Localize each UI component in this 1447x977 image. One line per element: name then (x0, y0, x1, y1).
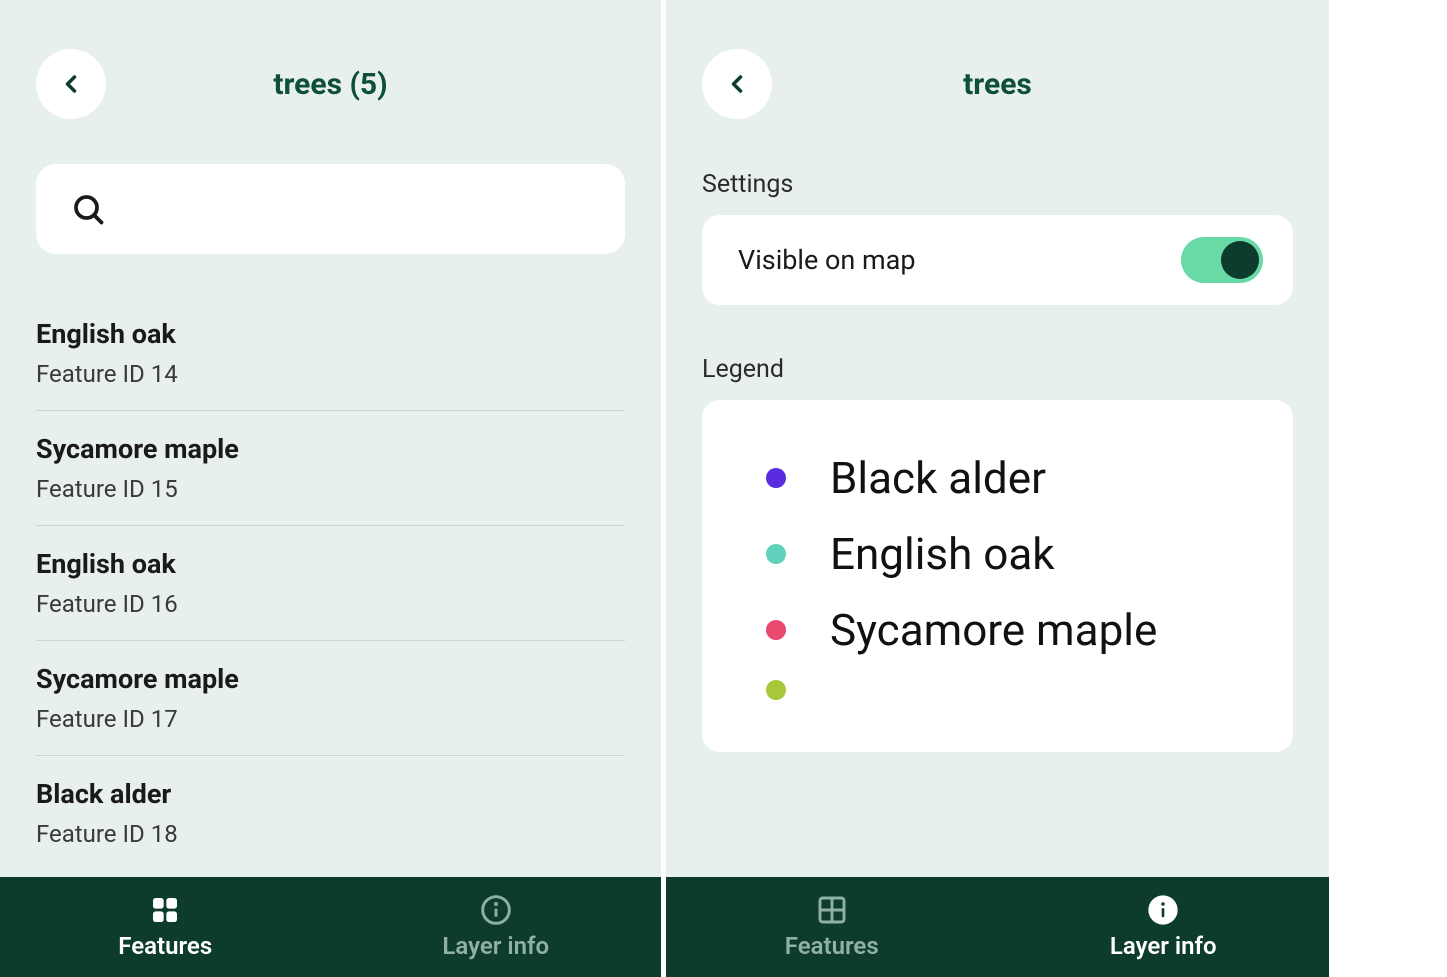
nav-label: Layer info (442, 932, 549, 960)
nav-features[interactable]: Features (0, 877, 331, 977)
chevron-left-icon (723, 70, 751, 98)
header: trees (666, 0, 1329, 120)
settings-card: Visible on map (702, 215, 1293, 305)
search-icon (70, 191, 106, 227)
legend-swatch (766, 544, 786, 564)
back-button[interactable] (36, 49, 106, 119)
info-icon (480, 894, 512, 926)
info-icon (1147, 894, 1179, 926)
legend-item: Sycamore maple (766, 604, 1229, 656)
feature-name: English oak (36, 548, 625, 580)
feature-id: Feature ID 16 (36, 590, 625, 618)
visible-on-map-label: Visible on map (738, 244, 916, 276)
chevron-left-icon (57, 70, 85, 98)
visible-on-map-row: Visible on map (702, 215, 1293, 305)
search-field[interactable] (122, 195, 591, 223)
feature-name: Sycamore maple (36, 433, 625, 465)
legend-item (766, 680, 1229, 700)
grid-icon (149, 894, 181, 926)
feature-id: Feature ID 15 (36, 475, 625, 503)
nav-label: Features (118, 932, 212, 960)
legend-card: Black alder English oak Sycamore maple (702, 400, 1293, 752)
nav-layer-info[interactable]: Layer info (998, 877, 1330, 977)
legend-label: English oak (830, 528, 1055, 580)
bottom-nav: Features Layer info (666, 877, 1329, 977)
settings-heading: Settings (666, 120, 1329, 215)
list-item[interactable]: English oak Feature ID 16 (36, 526, 625, 641)
visible-on-map-toggle[interactable] (1181, 237, 1263, 283)
legend-label: Sycamore maple (830, 604, 1157, 656)
header: trees (5) (0, 0, 661, 120)
legend-swatch (766, 620, 786, 640)
nav-layer-info[interactable]: Layer info (331, 877, 662, 977)
legend-item: Black alder (766, 452, 1229, 504)
search-input[interactable] (36, 164, 625, 254)
features-pane: trees (5) English oak Feature ID 14 Syca… (0, 0, 663, 977)
toggle-knob (1221, 241, 1259, 279)
feature-name: Black alder (36, 778, 625, 810)
feature-id: Feature ID 18 (36, 820, 625, 848)
list-item[interactable]: Black alder Feature ID 18 (36, 756, 625, 870)
legend-heading: Legend (666, 305, 1329, 400)
search-container (0, 120, 661, 254)
list-item[interactable]: Sycamore maple Feature ID 15 (36, 411, 625, 526)
feature-id: Feature ID 17 (36, 705, 625, 733)
grid-icon (816, 894, 848, 926)
nav-label: Layer info (1110, 932, 1217, 960)
legend-swatch (766, 468, 786, 488)
feature-id: Feature ID 14 (36, 360, 625, 388)
feature-name: English oak (36, 318, 625, 350)
layer-info-pane: trees Settings Visible on map Legend Bla… (666, 0, 1329, 977)
features-list: English oak Feature ID 14 Sycamore maple… (0, 254, 661, 877)
nav-features[interactable]: Features (666, 877, 998, 977)
legend-item: English oak (766, 528, 1229, 580)
bottom-nav: Features Layer info (0, 877, 661, 977)
feature-name: Sycamore maple (36, 663, 625, 695)
legend-swatch (766, 680, 786, 700)
list-item[interactable]: Sycamore maple Feature ID 17 (36, 641, 625, 756)
legend-label: Black alder (830, 452, 1046, 504)
back-button[interactable] (702, 49, 772, 119)
list-item[interactable]: English oak Feature ID 14 (36, 296, 625, 411)
nav-label: Features (785, 932, 879, 960)
